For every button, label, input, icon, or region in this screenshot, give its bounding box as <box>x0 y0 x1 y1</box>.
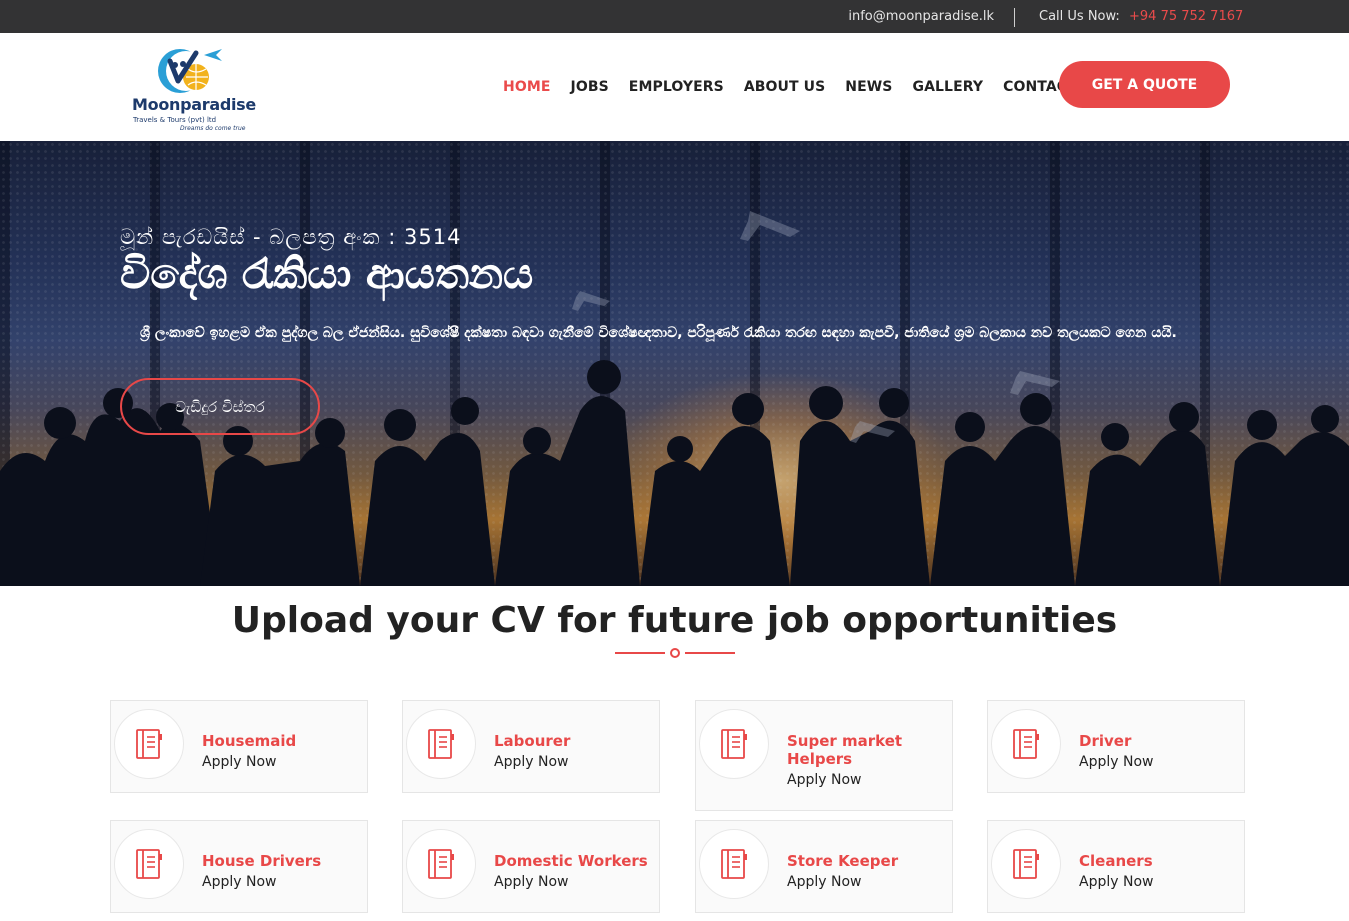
logo-brand: Moonparadise <box>132 95 256 114</box>
logo-subtitle: Travels & Tours (pvt) ltd <box>133 116 217 124</box>
notebook-icon <box>136 729 162 759</box>
apply-now-link[interactable]: Apply Now <box>494 754 568 770</box>
nav-about-us[interactable]: ABOUT US <box>744 79 825 95</box>
logo[interactable]: Moonparadise Travels & Tours (pvt) ltd D… <box>130 45 256 132</box>
hero-title: විදේශ රැකියා ආයතනය <box>120 249 534 298</box>
section-title: Upload your CV for future job opportunit… <box>231 600 1118 641</box>
hero-banner: මූන් පැරඩයිස් - බලපත්‍ර අංක : 3514 විදේශ… <box>0 141 1349 586</box>
job-icon-circle <box>406 709 476 779</box>
apply-now-link[interactable]: Apply Now <box>787 772 861 788</box>
job-card-super-market-helpers[interactable]: Super market Helpers Apply Now <box>695 700 953 811</box>
job-card-domestic-workers[interactable]: Domestic Workers Apply Now <box>402 820 660 913</box>
job-title: Driver <box>1079 732 1132 750</box>
notebook-icon <box>136 849 162 879</box>
title-divider <box>615 647 735 659</box>
job-icon-circle <box>699 709 769 779</box>
job-title: Super market Helpers <box>787 732 903 768</box>
call-label: Call Us Now: <box>1039 9 1120 24</box>
phone-link[interactable]: +94 75 752 7167 <box>1129 9 1243 24</box>
job-icon-circle <box>699 829 769 899</box>
nav-jobs[interactable]: JOBS <box>571 79 609 95</box>
job-title: Labourer <box>494 732 571 750</box>
job-card-labourer[interactable]: Labourer Apply Now <box>402 700 660 793</box>
logo-tagline: Dreams do come true <box>180 125 246 132</box>
nav-news[interactable]: NEWS <box>845 79 892 95</box>
job-icon-circle <box>114 829 184 899</box>
hero-description: ශ්‍රී ලංකාවේ ඉහළම ඒක පුද්ගල බල ඒජන්සිය. … <box>140 325 1177 341</box>
notebook-icon <box>721 849 747 879</box>
notebook-icon <box>1013 729 1039 759</box>
logo-globe-icon <box>158 49 222 93</box>
get-a-quote-button[interactable]: GET A QUOTE <box>1059 61 1230 108</box>
job-title: Store Keeper <box>787 852 899 870</box>
job-icon-circle <box>991 709 1061 779</box>
top-bar: info@moonparadise.lk Call Us Now: +94 75… <box>0 0 1349 33</box>
topbar-divider <box>1014 8 1015 27</box>
site-header: Moonparadise Travels & Tours (pvt) ltd D… <box>0 33 1349 141</box>
job-card-house-drivers[interactable]: House Drivers Apply Now <box>110 820 368 913</box>
hero-kicker: මූන් පැරඩයිස් - බලපත්‍ර අංක : 3514 <box>120 225 462 249</box>
job-title: House Drivers <box>202 852 322 870</box>
apply-now-link[interactable]: Apply Now <box>1079 754 1153 770</box>
main-nav: HOME JOBS EMPLOYERS ABOUT US NEWS GALLER… <box>503 79 1077 95</box>
job-card-cleaners[interactable]: Cleaners Apply Now <box>987 820 1245 913</box>
job-card-housemaid[interactable]: Housemaid Apply Now <box>110 700 368 793</box>
notebook-icon <box>428 849 454 879</box>
job-icon-circle <box>114 709 184 779</box>
divider-line-right <box>685 652 735 654</box>
nav-home[interactable]: HOME <box>503 79 551 95</box>
job-card-driver[interactable]: Driver Apply Now <box>987 700 1245 793</box>
apply-now-link[interactable]: Apply Now <box>202 754 276 770</box>
divider-line-left <box>615 652 665 654</box>
nav-employers[interactable]: EMPLOYERS <box>629 79 724 95</box>
notebook-icon <box>428 729 454 759</box>
job-title: Domestic Workers <box>494 852 648 870</box>
apply-now-link[interactable]: Apply Now <box>787 874 861 890</box>
apply-now-link[interactable]: Apply Now <box>494 874 568 890</box>
notebook-icon <box>1013 849 1039 879</box>
job-title: Housemaid <box>202 732 297 750</box>
nav-gallery[interactable]: GALLERY <box>913 79 984 95</box>
job-icon-circle <box>991 829 1061 899</box>
read-more-button[interactable]: වැඩිදුර විස්තර <box>120 378 320 435</box>
divider-circle <box>670 648 680 658</box>
job-card-store-keeper[interactable]: Store Keeper Apply Now <box>695 820 953 913</box>
job-icon-circle <box>406 829 476 899</box>
apply-now-link[interactable]: Apply Now <box>202 874 276 890</box>
apply-now-link[interactable]: Apply Now <box>1079 874 1153 890</box>
job-title: Cleaners <box>1079 852 1153 870</box>
hero-overlay <box>0 141 1349 586</box>
email-link[interactable]: info@moonparadise.lk <box>848 9 994 24</box>
notebook-icon <box>721 729 747 759</box>
